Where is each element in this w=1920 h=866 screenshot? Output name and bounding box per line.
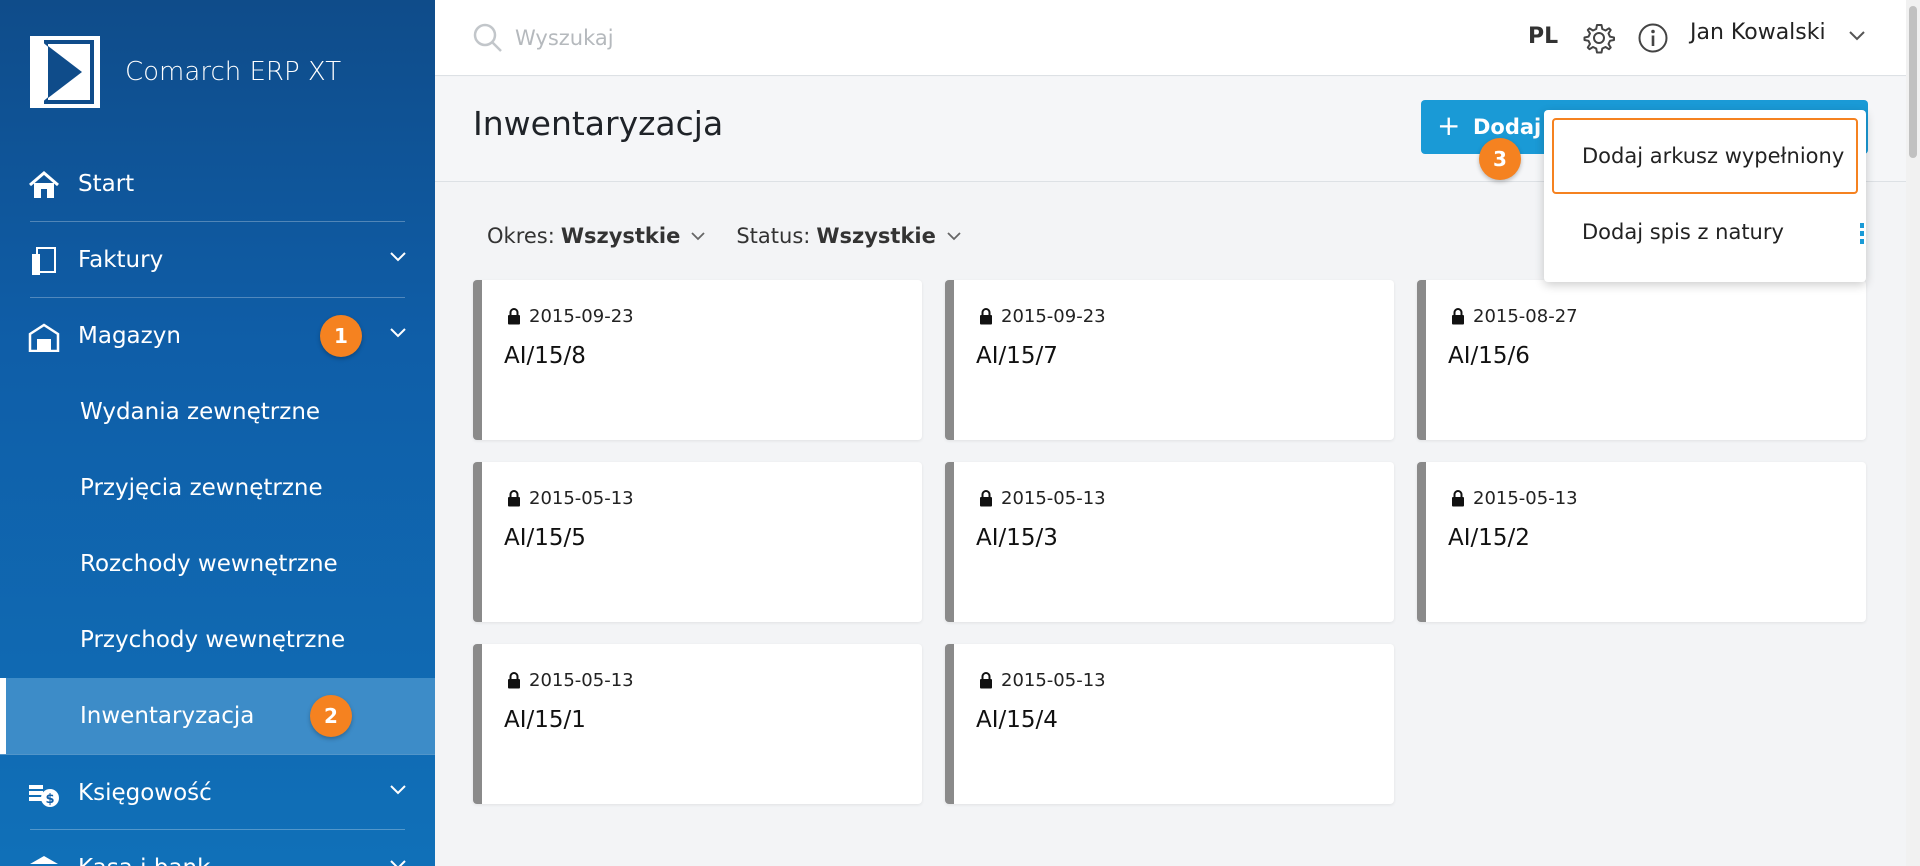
card-date: 2015-05-13 [529, 488, 634, 509]
card-number: AI/15/8 [504, 343, 586, 369]
info-icon[interactable] [1637, 22, 1669, 54]
sidebar-subitem-label: Przyjęcia zewnętrzne [80, 475, 323, 501]
inventory-card[interactable]: 2015-05-13 AI/15/4 [945, 644, 1394, 804]
page-title: Inwentaryzacja [473, 104, 724, 143]
card-date: 2015-05-13 [529, 670, 634, 691]
inventory-card[interactable]: 2015-05-13 AI/15/5 [473, 462, 922, 622]
card-number: AI/15/3 [976, 525, 1058, 551]
menu-item-add-stocktaking[interactable]: Dodaj spis z natury [1552, 194, 1858, 270]
accounting-icon: $ [29, 785, 59, 807]
sidebar-subitem-rozchody[interactable]: Rozchody wewnętrzne [0, 526, 435, 602]
card-date: 2015-05-13 [1473, 488, 1578, 509]
sidebar-item-ksiegowosc[interactable]: $ Księgowość [0, 754, 435, 830]
step-badge-3: 3 [1479, 138, 1521, 180]
inventory-card[interactable]: 2015-08-27 AI/15/6 [1417, 280, 1866, 440]
sidebar-subitem-wydania[interactable]: Wydania zewnętrzne [0, 374, 435, 450]
lock-icon [980, 308, 992, 325]
filter-status[interactable]: Status: Wszystkie [736, 224, 962, 248]
warehouse-icon [28, 323, 60, 352]
chevron-down-icon[interactable] [1848, 30, 1866, 42]
step-badge-2: 2 [310, 695, 352, 737]
logo-text: Comarch ERP XT [125, 56, 342, 87]
chevron-down-icon [390, 328, 406, 338]
menu-item-add-filled-sheet[interactable]: Dodaj arkusz wypełniony [1552, 118, 1858, 194]
card-number: AI/15/1 [504, 707, 586, 733]
sidebar-subitem-label: Rozchody wewnętrzne [80, 551, 338, 577]
chevron-down-icon [390, 860, 406, 866]
scrollbar[interactable] [1906, 0, 1920, 866]
inventory-card[interactable]: 2015-09-23 AI/15/7 [945, 280, 1394, 440]
sidebar-item-label: Magazyn [78, 323, 181, 349]
invoices-icon [32, 247, 56, 275]
search-icon[interactable] [472, 22, 504, 54]
filters-bar: Okres: Wszystkie Status: Wszystkie [487, 224, 992, 248]
home-icon [29, 171, 59, 198]
add-dropdown-menu: Dodaj arkusz wypełniony Dodaj spis z nat… [1544, 110, 1866, 282]
lock-icon [1452, 490, 1464, 507]
lock-icon [1452, 308, 1464, 325]
sidebar-subitem-label: Przychody wewnętrzne [80, 627, 346, 653]
card-number: AI/15/4 [976, 707, 1058, 733]
language-switch[interactable]: PL [1528, 24, 1558, 49]
app-logo[interactable]: Comarch ERP XT [30, 36, 345, 108]
card-date: 2015-09-23 [1001, 306, 1106, 327]
lock-icon [508, 308, 520, 325]
inventory-card[interactable]: 2015-09-23 AI/15/8 [473, 280, 922, 440]
inventory-card[interactable]: 2015-05-13 AI/15/2 [1417, 462, 1866, 622]
lock-icon [980, 490, 992, 507]
sidebar-item-label: Start [78, 171, 135, 197]
card-date: 2015-05-13 [1001, 670, 1106, 691]
sidebar-nav: Start Faktury Magazyn 1 Wydania zewnętrz… [0, 146, 435, 866]
view-toggle-icon[interactable] [1860, 223, 1866, 247]
lock-icon [508, 490, 520, 507]
chevron-down-icon [947, 232, 961, 241]
search-input[interactable] [515, 20, 1015, 56]
lock-icon [508, 672, 520, 689]
filter-value: Wszystkie [560, 224, 681, 248]
sidebar: Comarch ERP XT Start Faktury Magazyn 1 W… [0, 0, 435, 866]
card-number: AI/15/6 [1448, 343, 1530, 369]
scrollbar-thumb[interactable] [1909, 6, 1917, 158]
sidebar-item-label: Kasa i bank [78, 855, 210, 866]
chevron-down-icon [390, 252, 406, 262]
plus-icon: + [1437, 109, 1461, 142]
top-bar: PL Jan Kowalski [435, 0, 1906, 76]
card-number: AI/15/5 [504, 525, 586, 551]
filter-period[interactable]: Okres: Wszystkie [487, 224, 706, 248]
sidebar-subitem-inwentaryzacja[interactable]: Inwentaryzacja 2 [0, 678, 435, 754]
bank-icon [30, 856, 58, 864]
sidebar-subitem-label: Inwentaryzacja [80, 703, 255, 729]
sidebar-item-magazyn[interactable]: Magazyn 1 [0, 298, 435, 374]
sidebar-item-label: Księgowość [78, 779, 212, 806]
card-date: 2015-09-23 [529, 306, 634, 327]
gear-icon[interactable] [1583, 22, 1615, 54]
sidebar-subitem-przyjecia[interactable]: Przyjęcia zewnętrzne [0, 450, 435, 526]
sidebar-subitem-przychody[interactable]: Przychody wewnętrzne [0, 602, 435, 678]
card-number: AI/15/7 [976, 343, 1058, 369]
inventory-card[interactable]: 2015-05-13 AI/15/1 [473, 644, 922, 804]
sidebar-item-label: Faktury [78, 247, 164, 273]
user-name[interactable]: Jan Kowalski [1690, 20, 1826, 45]
card-number: AI/15/2 [1448, 525, 1530, 551]
sidebar-item-faktury[interactable]: Faktury [0, 222, 435, 298]
filter-label: Status: [736, 224, 811, 248]
chevron-down-icon [390, 785, 406, 795]
card-date: 2015-05-13 [1001, 488, 1106, 509]
sidebar-subitem-label: Wydania zewnętrzne [80, 399, 321, 425]
svg-text:$: $ [45, 792, 54, 807]
inventory-card[interactable]: 2015-05-13 AI/15/3 [945, 462, 1394, 622]
filter-value: Wszystkie [816, 224, 936, 248]
sidebar-item-start[interactable]: Start [0, 146, 435, 222]
lock-icon [980, 672, 992, 689]
filter-label: Okres: [487, 224, 555, 248]
chevron-down-icon [691, 232, 705, 241]
step-badge-1: 1 [320, 315, 362, 357]
sidebar-item-kasa-i-bank[interactable]: Kasa i bank [0, 830, 435, 866]
card-date: 2015-08-27 [1473, 306, 1578, 327]
comarch-logo-icon [30, 36, 100, 108]
